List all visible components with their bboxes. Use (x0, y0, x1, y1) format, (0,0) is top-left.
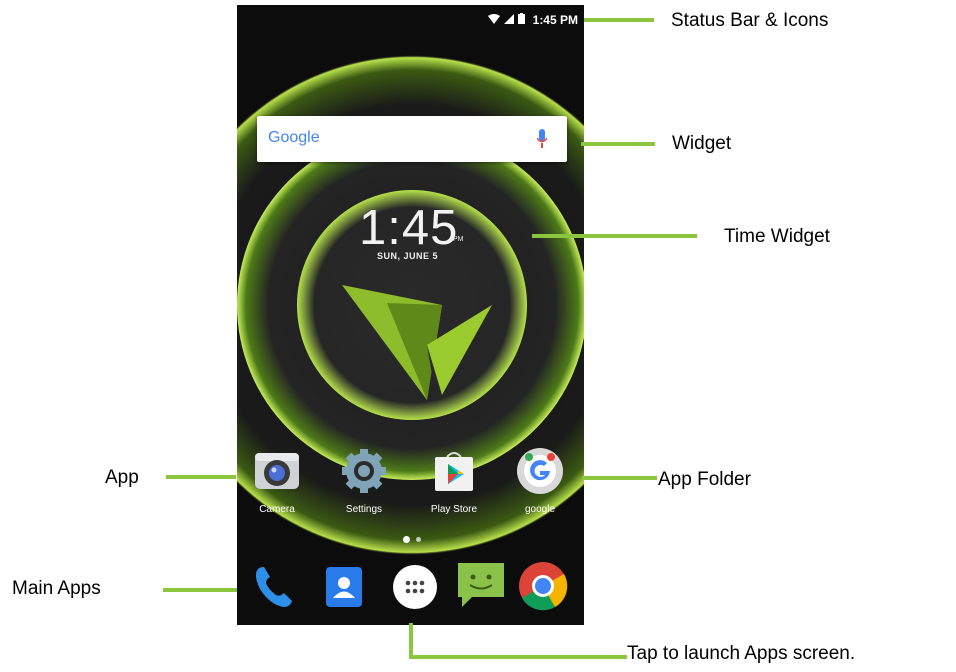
status-clock: 1:45 PM (532, 13, 578, 27)
app-label: google (524, 504, 556, 515)
page-dot (416, 537, 421, 542)
phone-icon[interactable] (250, 563, 298, 611)
google-search-widget[interactable]: Google (257, 116, 567, 162)
callout-line-apps-screen-h (409, 655, 627, 659)
mic-icon[interactable] (536, 129, 548, 154)
callout-app-folder: App Folder (658, 469, 751, 490)
app-folder-google[interactable]: google (509, 447, 571, 515)
clock-ampm: PM (453, 236, 464, 243)
wallpaper (237, 55, 584, 555)
page-indicator (403, 536, 421, 543)
chrome-icon[interactable] (518, 561, 568, 611)
app-label: Camera (259, 504, 295, 515)
gear-icon (340, 447, 388, 495)
clock-time: 1:45 (359, 201, 459, 255)
battery-icon (517, 13, 525, 27)
callout-time-widget: Time Widget (724, 226, 830, 247)
app-drawer-icon[interactable] (391, 563, 439, 611)
app-label: Settings (345, 504, 383, 515)
callout-status-bar: Status Bar & Icons (671, 10, 829, 31)
callout-line-time-widget (532, 234, 697, 238)
callout-line-app (166, 475, 236, 479)
app-label: Play Store (430, 504, 478, 515)
contacts-icon[interactable] (320, 563, 368, 611)
wifi-icon (487, 13, 500, 27)
clock-date: SUN, JUNE 5 (377, 251, 439, 261)
google-logo: Google (268, 129, 320, 146)
messaging-icon[interactable] (456, 559, 504, 607)
play-store-icon (430, 447, 478, 495)
callout-app: App (105, 467, 139, 488)
callout-widget: Widget (672, 133, 732, 154)
callout-apps-screen: Tap to launch Apps screen. (627, 643, 856, 664)
app-camera[interactable]: Camera (246, 447, 308, 515)
callout-line-app-folder (582, 476, 657, 480)
phone-screen: 1:45 PM Google 1:45 PM SUN, JUNE 5 Camer… (237, 5, 584, 625)
signal-icon (503, 13, 514, 27)
callout-line-status (584, 18, 654, 22)
callout-line-apps-screen-v (409, 623, 413, 658)
status-bar: 1:45 PM (487, 12, 578, 28)
callout-line-main-apps (163, 588, 237, 592)
page-dot-active (403, 536, 410, 543)
app-play-store[interactable]: Play Store (423, 447, 485, 515)
camera-icon (253, 447, 301, 495)
app-settings[interactable]: Settings (333, 447, 395, 515)
google-folder-icon (516, 447, 564, 495)
callout-line-widget (581, 142, 655, 146)
callout-main-apps: Main Apps (12, 578, 101, 599)
